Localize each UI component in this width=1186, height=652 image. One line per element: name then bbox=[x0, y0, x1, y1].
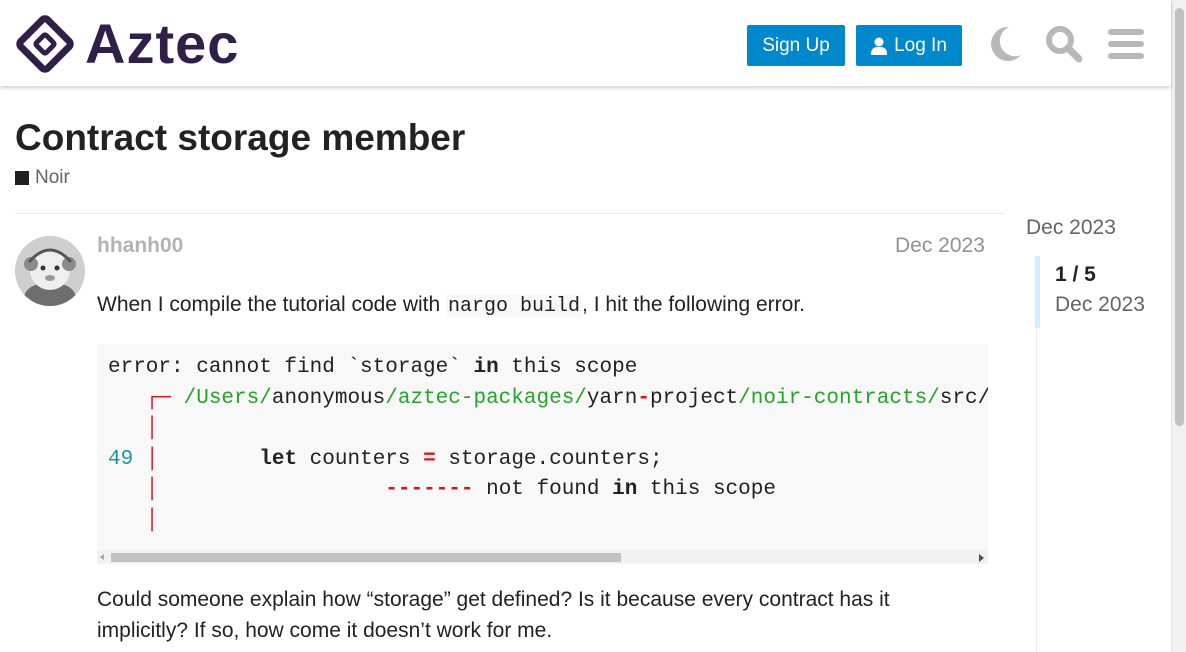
code-path-segment: anonymous bbox=[271, 386, 386, 410]
diamond-logo-icon bbox=[16, 15, 74, 73]
moon-icon[interactable] bbox=[982, 22, 1026, 66]
code-keyword: in bbox=[473, 356, 499, 379]
code-text: this scope bbox=[637, 478, 776, 501]
log-in-button[interactable]: Log In bbox=[856, 25, 962, 66]
search-icon[interactable] bbox=[1042, 22, 1086, 66]
code-path-segment: yarn bbox=[586, 386, 638, 410]
code-text: storage.counters; bbox=[435, 447, 663, 471]
timeline-start-date[interactable]: Dec 2023 bbox=[1026, 216, 1116, 240]
post-username[interactable]: hhanh00 bbox=[97, 234, 183, 258]
hamburger-menu-icon[interactable] bbox=[1104, 22, 1148, 66]
site-header: Aztec Sign Up Log In bbox=[0, 0, 1171, 86]
code-line-4: 49 │ let counters = storage.counters; bbox=[108, 448, 663, 471]
timeline-handle[interactable] bbox=[1035, 256, 1040, 328]
code-block[interactable]: error: cannot find `storage` in this sco… bbox=[97, 344, 988, 564]
code-path-segment: src/contracts/counter_contract/src/main.… bbox=[939, 386, 988, 410]
p1-text-after: , I hit the following error. bbox=[582, 293, 805, 316]
code-line-5: │ ------- not found in this scope bbox=[108, 478, 776, 501]
code-gutter: │ bbox=[108, 478, 159, 501]
code-operator: - bbox=[637, 386, 650, 410]
timeline-position: 1 / 5 bbox=[1055, 263, 1096, 286]
vertical-scrollbar-thumb[interactable] bbox=[1175, 8, 1184, 426]
scroll-right-arrow-icon[interactable] bbox=[979, 554, 984, 562]
code-keyword: in bbox=[612, 478, 638, 501]
code-path-segment: /aztec-packages/ bbox=[385, 386, 587, 410]
avatar[interactable] bbox=[15, 236, 85, 306]
category-name: Noir bbox=[35, 167, 70, 188]
user-icon bbox=[871, 37, 888, 55]
log-in-label: Log In bbox=[894, 34, 947, 56]
code-line-6: │ bbox=[108, 508, 159, 532]
post-paragraph-2: Could someone explain how “storage” get … bbox=[97, 588, 890, 642]
code-error-underline: ------- bbox=[385, 478, 474, 501]
brand-name: Aztec bbox=[85, 12, 240, 75]
code-gutter: │ bbox=[133, 447, 159, 471]
vertical-scrollbar[interactable] bbox=[1171, 0, 1186, 652]
code-horizontal-scrollbar[interactable] bbox=[97, 550, 988, 564]
sign-up-button[interactable]: Sign Up bbox=[747, 25, 845, 66]
p1-text-before: When I compile the tutorial code with bbox=[97, 293, 447, 316]
code-line-2: ┌─ /Users/anonymous/aztec-packages/yarn-… bbox=[108, 387, 988, 410]
code-text: this scope bbox=[498, 356, 638, 379]
inline-code: nargo build bbox=[446, 295, 583, 318]
code-path-segment: /noir-contracts/ bbox=[738, 386, 940, 410]
code-line-number: 49 bbox=[108, 447, 134, 471]
code-gutter: ┌─ bbox=[108, 386, 184, 410]
code-scrollbar-thumb[interactable] bbox=[111, 553, 621, 562]
title-divider bbox=[15, 213, 1004, 214]
topic-title[interactable]: Contract storage member bbox=[15, 117, 465, 159]
post-date[interactable]: Dec 2023 bbox=[895, 234, 985, 258]
code-operator: = bbox=[423, 447, 436, 471]
code-text: error: cannot find `storage` bbox=[108, 356, 474, 379]
code-keyword: let bbox=[259, 447, 298, 471]
timeline-current-date: Dec 2023 bbox=[1055, 293, 1145, 316]
category-color-swatch bbox=[15, 171, 29, 185]
code-path-segment: /Users/ bbox=[183, 386, 272, 410]
code-content: error: cannot find `storage` in this sco… bbox=[108, 353, 988, 536]
scroll-left-arrow-icon[interactable] bbox=[100, 554, 104, 560]
site-logo[interactable]: Aztec bbox=[15, 14, 239, 74]
sign-up-label: Sign Up bbox=[762, 34, 830, 56]
category-badge[interactable]: Noir bbox=[15, 167, 70, 189]
code-line-1: error: cannot find `storage` in this sco… bbox=[108, 356, 637, 379]
code-line-3: │ bbox=[108, 417, 159, 440]
code-text: counters bbox=[297, 447, 424, 471]
code-text: not found bbox=[473, 478, 613, 501]
code-path-segment: project bbox=[649, 386, 739, 410]
post-paragraph-1: When I compile the tutorial code with na… bbox=[97, 289, 805, 322]
